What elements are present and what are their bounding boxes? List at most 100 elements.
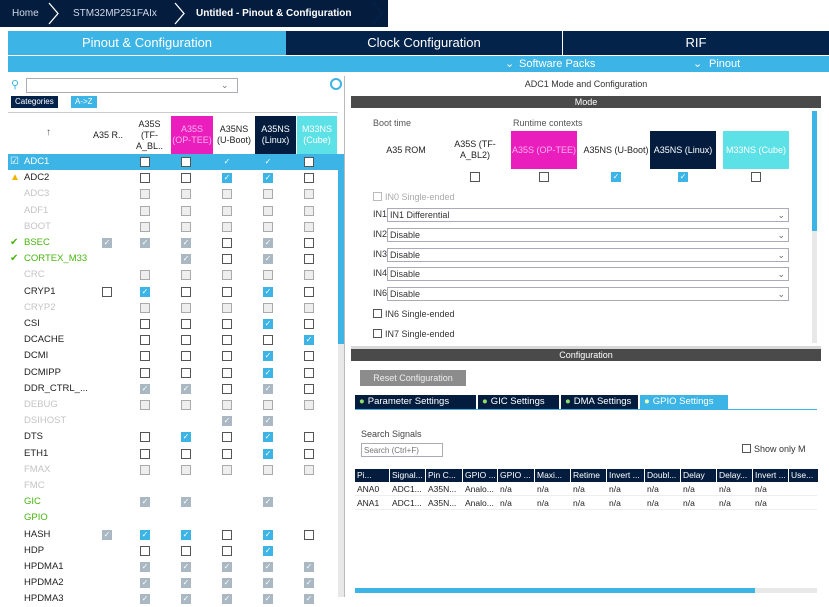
- context-checkbox[interactable]: [263, 270, 273, 281]
- context-checkbox[interactable]: [140, 270, 150, 281]
- context-checkbox[interactable]: [140, 302, 150, 313]
- config-tab-gic-settings[interactable]: ● GIC Settings: [478, 395, 559, 409]
- context-checkbox[interactable]: [222, 205, 232, 216]
- context-checkbox[interactable]: [222, 254, 232, 265]
- context-checkbox[interactable]: [304, 157, 314, 167]
- context-checkbox[interactable]: ✓: [181, 529, 191, 540]
- tab-categories[interactable]: Categories: [11, 96, 58, 108]
- context-checkbox[interactable]: ✓: [222, 173, 232, 184]
- context-checkbox[interactable]: ✓: [304, 578, 314, 589]
- in0-single-ended-checkbox[interactable]: IN0 Single-ended: [373, 192, 455, 202]
- context-checkbox[interactable]: [181, 319, 191, 329]
- context-checkbox[interactable]: ✓: [102, 529, 112, 540]
- context-checkbox[interactable]: ✓: [140, 383, 150, 394]
- ip-row-hpdma3[interactable]: HPDMA3 ✓ ✓ ✓ ✓ ✓: [8, 591, 338, 607]
- context-checkbox[interactable]: [539, 172, 549, 182]
- ip-row-dcmi[interactable]: DCMI ✓: [8, 348, 338, 364]
- context-checkbox[interactable]: [140, 351, 150, 362]
- context-checkbox[interactable]: [222, 221, 232, 232]
- ip-row-gpio[interactable]: GPIO: [8, 510, 338, 526]
- ip-row-hash[interactable]: HASH ✓ ✓ ✓ ✓: [8, 527, 338, 543]
- config-tab-parameter-settings[interactable]: ● Parameter Settings: [355, 395, 476, 409]
- ip-row-csi[interactable]: CSI ✓: [8, 316, 338, 332]
- sort-arrow-icon[interactable]: ↑: [46, 127, 51, 138]
- context-checkbox[interactable]: [304, 286, 314, 297]
- table-column-header[interactable]: Use...: [789, 469, 819, 482]
- context-checkbox[interactable]: [181, 302, 191, 313]
- context-checkbox[interactable]: [222, 383, 232, 394]
- context-checkbox[interactable]: [304, 189, 314, 200]
- context-checkbox[interactable]: [304, 464, 314, 475]
- context-checkbox[interactable]: [140, 189, 150, 200]
- context-checkbox[interactable]: [304, 254, 314, 265]
- table-row[interactable]: ANA1 ADC1... A35N... Analo... n/a n/a n/a n/a n/…: [355, 497, 817, 510]
- ip-row-gic[interactable]: GIC ✓ ✓ ✓: [8, 494, 338, 510]
- context-checkbox[interactable]: [304, 173, 314, 184]
- table-column-header[interactable]: Pin C...: [426, 469, 463, 482]
- software-packs-menu[interactable]: Software Packs: [519, 56, 595, 72]
- context-checkbox[interactable]: ✓: [181, 497, 191, 508]
- table-column-header[interactable]: Signal...: [390, 469, 426, 482]
- context-checkbox[interactable]: ✓: [222, 562, 232, 572]
- tab-rif[interactable]: RIF: [563, 31, 829, 55]
- table-column-header[interactable]: Retime: [571, 469, 607, 482]
- context-checkbox[interactable]: [181, 221, 191, 232]
- context-checkbox[interactable]: ✓: [222, 416, 232, 427]
- context-checkbox[interactable]: ✓: [263, 254, 273, 265]
- context-checkbox[interactable]: ✓: [140, 529, 150, 540]
- context-checkbox[interactable]: [304, 319, 314, 329]
- table-column-header[interactable]: Delay...: [717, 469, 753, 482]
- ip-row-bsec[interactable]: ✔ BSEC ✓ ✓ ✓ ✓: [8, 235, 338, 251]
- context-checkbox[interactable]: ✓: [678, 172, 688, 182]
- context-checkbox[interactable]: ✓: [263, 383, 273, 394]
- context-checkbox[interactable]: [222, 335, 232, 346]
- context-checkbox[interactable]: [222, 448, 232, 459]
- context-checkbox[interactable]: ✓: [263, 173, 273, 184]
- table-horizontal-scrollbar[interactable]: [355, 588, 817, 593]
- context-checkbox[interactable]: ✓: [181, 238, 191, 248]
- context-checkbox[interactable]: [263, 400, 273, 410]
- mode-scrollbar[interactable]: [812, 111, 817, 343]
- ip-row-cortex-m33[interactable]: ✔ CORTEX_M33 ✓ ✓: [8, 251, 338, 267]
- ip-row-dcache[interactable]: DCACHE ✓: [8, 332, 338, 348]
- context-checkbox[interactable]: ✓: [263, 545, 273, 556]
- context-checkbox[interactable]: ✓: [263, 286, 273, 297]
- context-checkbox[interactable]: ✓: [304, 594, 314, 605]
- context-checkbox[interactable]: [140, 448, 150, 459]
- context-checkbox[interactable]: [181, 286, 191, 297]
- context-checkbox[interactable]: ✓: [181, 562, 191, 572]
- ip-row-cryp1[interactable]: CRYP1 ✓ ✓: [8, 284, 338, 300]
- context-checkbox[interactable]: [304, 205, 314, 216]
- context-checkbox[interactable]: [304, 302, 314, 313]
- context-checkbox[interactable]: [304, 367, 314, 378]
- ip-row-eth1[interactable]: ETH1 ✓: [8, 446, 338, 462]
- context-checkbox[interactable]: [181, 367, 191, 378]
- ip-row-dcmipp[interactable]: DCMIPP ✓: [8, 365, 338, 381]
- in7-single-ended-checkbox[interactable]: IN7 Single-ended: [373, 329, 455, 339]
- context-checkbox[interactable]: [140, 464, 150, 475]
- ip-row-fmax[interactable]: FMAX: [8, 462, 338, 478]
- context-checkbox[interactable]: ✓: [181, 432, 191, 443]
- context-checkbox[interactable]: [181, 270, 191, 281]
- config-tab-dma-settings[interactable]: ● DMA Settings: [561, 395, 638, 409]
- context-checkbox[interactable]: ✓: [263, 562, 273, 572]
- input-mode-select[interactable]: Disable ⌄: [387, 227, 789, 242]
- context-checkbox[interactable]: [102, 286, 112, 297]
- ip-row-hdp[interactable]: HDP ✓: [8, 543, 338, 559]
- context-checkbox[interactable]: ✓: [181, 383, 191, 394]
- tab-clock-configuration[interactable]: Clock Configuration: [286, 31, 562, 55]
- ip-row-adc3[interactable]: ADC3: [8, 186, 338, 202]
- context-checkbox[interactable]: ✓: [140, 286, 150, 297]
- context-checkbox[interactable]: ✓: [263, 529, 273, 540]
- context-checkbox[interactable]: ✓: [263, 238, 273, 248]
- context-checkbox[interactable]: [140, 157, 150, 167]
- context-checkbox[interactable]: [140, 221, 150, 232]
- context-checkbox[interactable]: ✓: [263, 594, 273, 605]
- context-checkbox[interactable]: ✓: [263, 578, 273, 589]
- context-checkbox[interactable]: [140, 205, 150, 216]
- config-tab-gpio-settings[interactable]: ● GPIO Settings: [640, 395, 728, 409]
- context-checkbox[interactable]: [222, 351, 232, 362]
- context-checkbox[interactable]: [304, 270, 314, 281]
- context-checkbox[interactable]: [263, 205, 273, 216]
- context-checkbox[interactable]: [304, 448, 314, 459]
